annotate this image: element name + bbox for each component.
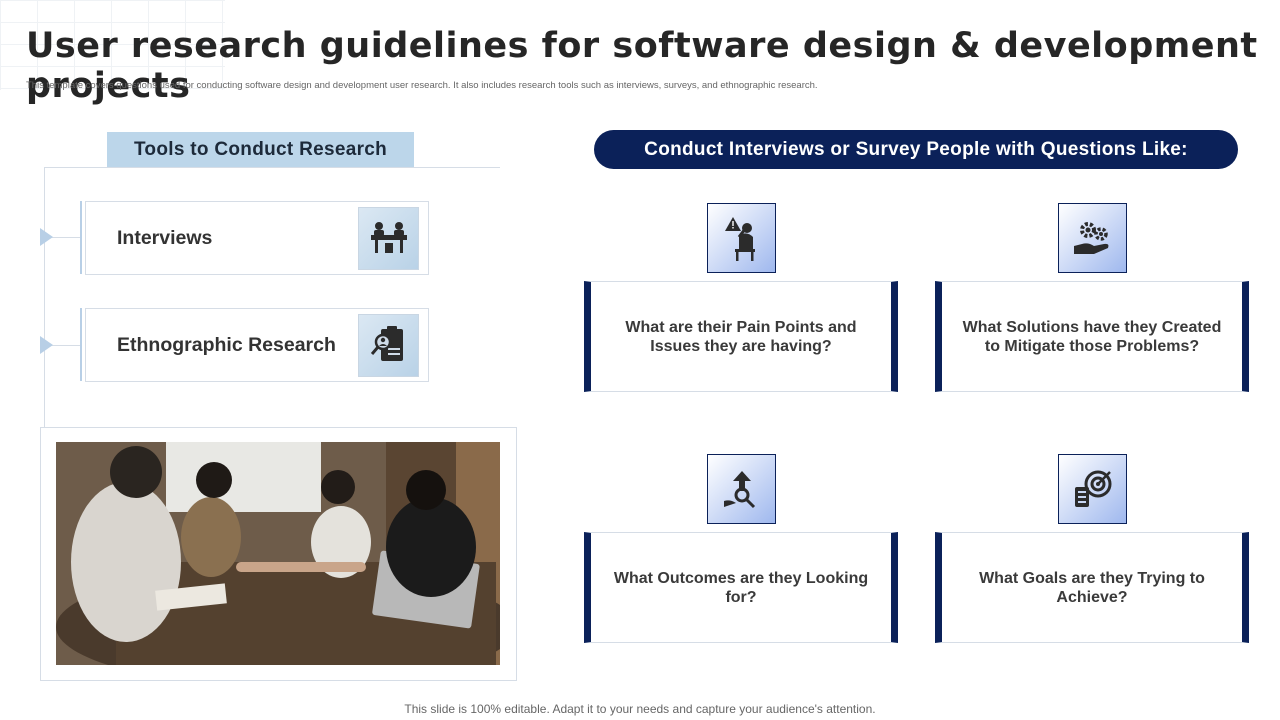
questions-header: Conduct Interviews or Survey People with…: [594, 130, 1238, 169]
connector-line: [44, 167, 45, 429]
page-subtitle: This template covers questions used for …: [26, 80, 818, 91]
stressed-person-icon: [707, 203, 776, 273]
profile-magnifier-icon: [358, 313, 419, 377]
accent-bar: [80, 201, 82, 274]
target-checklist-icon: [1058, 454, 1127, 524]
tool-card-ethnographic-research: Ethnographic Research: [85, 308, 429, 382]
growth-search-icon: [707, 454, 776, 524]
question-card-goals: What Goals are they Trying to Achieve?: [935, 532, 1249, 643]
page-title: User research guidelines for software de…: [26, 26, 1258, 106]
photo-frame: [40, 427, 517, 681]
tool-label: Ethnographic Research: [117, 333, 336, 356]
arrow-marker: [40, 228, 53, 246]
tools-header: Tools to Conduct Research: [107, 132, 414, 168]
tool-card-interviews: Interviews: [85, 201, 429, 275]
team-meeting-photo: [56, 442, 500, 665]
footer-note: This slide is 100% editable. Adapt it to…: [404, 702, 876, 716]
question-card-outcomes: What Outcomes are they Looking for?: [584, 532, 898, 643]
accent-bar: [80, 308, 82, 381]
question-card-solutions: What Solutions have they Created to Miti…: [935, 281, 1249, 392]
tool-label: Interviews: [117, 226, 213, 249]
meeting-table-icon: [358, 206, 419, 270]
question-card-pain-points: What are their Pain Points and Issues th…: [584, 281, 898, 392]
gears-hand-icon: [1058, 203, 1127, 273]
connector-line: [44, 167, 500, 168]
arrow-marker: [40, 336, 53, 354]
